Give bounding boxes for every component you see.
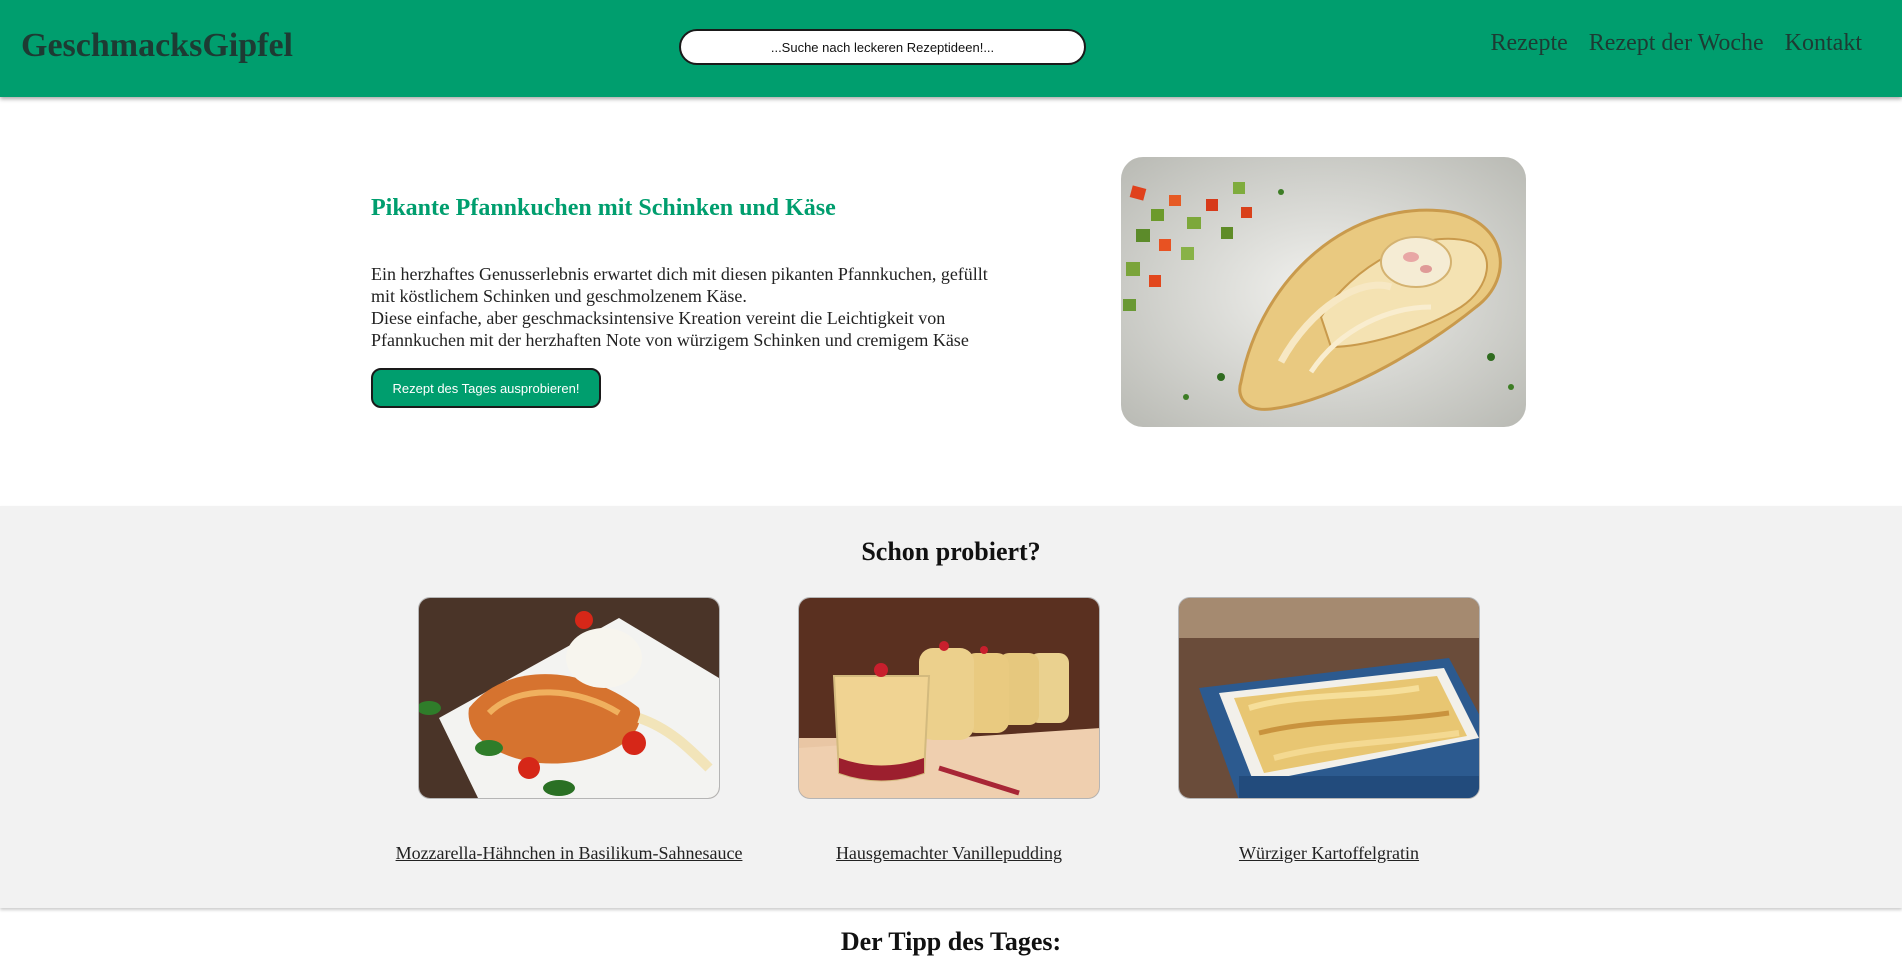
nav-link-rezepte[interactable]: Rezepte xyxy=(1490,30,1567,57)
tried-title: Schon probiert? xyxy=(861,537,1041,566)
site-header: GeschmacksGipfel Rezepte Rezept der Woch… xyxy=(0,0,1902,97)
try-recipe-button[interactable]: Rezept des Tages ausprobieren! xyxy=(371,368,601,408)
hero-title: Pikante Pfannkuchen mit Schinken und Käs… xyxy=(371,195,836,221)
nav-link-rezept-der-woche[interactable]: Rezept der Woche xyxy=(1589,30,1764,57)
card-image-gratin[interactable] xyxy=(1178,597,1480,799)
main-nav: Rezepte Rezept der Woche Kontakt xyxy=(1490,30,1862,57)
card-link-gratin[interactable]: Würziger Kartoffelgratin xyxy=(1128,843,1530,864)
site-logo[interactable]: GeschmacksGipfel xyxy=(21,27,293,65)
hero-section: Pikante Pfannkuchen mit Schinken und Käs… xyxy=(0,97,1902,506)
card-link-pudding[interactable]: Hausgemachter Vanillepudding xyxy=(748,843,1150,864)
search-input[interactable] xyxy=(679,29,1086,65)
card-image-chicken[interactable] xyxy=(418,597,720,799)
hero-description: Ein herzhaftes Genusserlebnis erwartet d… xyxy=(371,264,988,350)
card-link-chicken[interactable]: Mozzarella-Hähnchen in Basilikum-Sahnesa… xyxy=(368,843,770,864)
tried-section: Schon probiert? Mozzarella-Hähnchen in B… xyxy=(0,506,1902,908)
nav-link-kontakt[interactable]: Kontakt xyxy=(1785,30,1862,57)
pancake-image xyxy=(1121,157,1526,427)
card-image-pudding[interactable] xyxy=(798,597,1100,799)
